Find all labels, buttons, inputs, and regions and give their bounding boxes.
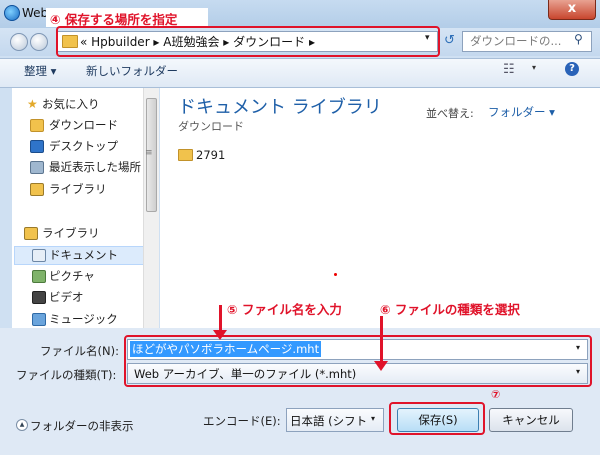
sidebar-item-library-fav[interactable]: ライブラリ: [49, 181, 107, 197]
pictures-icon: [32, 270, 46, 283]
annotation-box-save: [389, 402, 485, 435]
organize-button[interactable]: 整理 ▾: [24, 63, 56, 79]
filename-label: ファイル名(N):: [40, 344, 119, 358]
view-options-icon[interactable]: ☷: [503, 62, 515, 77]
hide-folders-link[interactable]: フォルダーの非表示: [30, 418, 134, 434]
annotation-arrow-5: [219, 305, 222, 331]
annotation-step7: ⑦: [491, 388, 501, 401]
library-icon: [30, 183, 44, 196]
cursor-dot: [334, 273, 337, 276]
view-dropdown-icon[interactable]: ▾: [532, 63, 536, 72]
back-button[interactable]: [10, 33, 28, 51]
scroll-grip-icon: ≡: [145, 148, 153, 158]
sidebar-item-libraries[interactable]: ライブラリ: [42, 225, 100, 241]
sidebar-item-favorites[interactable]: お気に入り: [42, 96, 100, 112]
encoding-value[interactable]: 日本語 (シフト: [290, 413, 367, 429]
collapse-icon[interactable]: ▲: [16, 419, 28, 431]
filetype-label: ファイルの種類(T):: [16, 368, 117, 382]
star-icon: ★: [27, 97, 38, 111]
annotation-step6: ⑥ ファイルの種類を選択: [380, 302, 520, 317]
encoding-label: エンコード(E):: [203, 414, 281, 428]
window-title: Web: [22, 6, 49, 20]
library-subtitle: ダウンロード: [178, 120, 244, 133]
annotation-step5: ⑤ ファイル名を入力: [227, 302, 342, 317]
sidebar-item-recent-places[interactable]: 最近表示した場所: [49, 159, 141, 175]
recent-places-icon: [30, 161, 44, 174]
sort-dropdown[interactable]: フォルダー ▾: [488, 104, 555, 120]
refresh-icon[interactable]: ↺: [441, 31, 458, 50]
sidebar-item-desktop[interactable]: デスクトップ: [49, 138, 118, 154]
annotation-box-address: [56, 26, 440, 57]
forward-button[interactable]: [30, 33, 48, 51]
download-folder-icon: [30, 119, 44, 132]
libraries-icon: [24, 227, 38, 240]
music-icon: [32, 313, 46, 326]
sidebar-item-downloads[interactable]: ダウンロード: [49, 117, 118, 133]
list-item[interactable]: 2791: [196, 148, 225, 162]
search-icon[interactable]: ⚲: [574, 32, 583, 46]
ie-icon: [4, 5, 20, 21]
video-icon: [32, 291, 46, 304]
help-icon[interactable]: ?: [565, 62, 579, 76]
search-placeholder: ダウンロードの...: [470, 34, 562, 48]
sidebar-item-videos[interactable]: ビデオ: [49, 289, 84, 305]
cancel-button[interactable]: キャンセル: [489, 408, 573, 432]
folder-icon: [178, 149, 193, 161]
new-folder-button[interactable]: 新しいフォルダー: [86, 63, 178, 79]
sidebar-item-music[interactable]: ミュージック: [49, 311, 118, 327]
desktop-icon: [30, 140, 44, 153]
encoding-dropdown-icon[interactable]: ▾: [371, 414, 375, 423]
annotation-box-file-fields: [124, 335, 592, 387]
close-button[interactable]: x: [548, 0, 596, 20]
document-icon: [32, 249, 46, 262]
library-title: ドキュメント ライブラリ: [178, 97, 382, 118]
sidebar-item-pictures[interactable]: ピクチャ: [49, 268, 95, 284]
sidebar-item-documents[interactable]: ドキュメント: [49, 247, 118, 263]
sort-label: 並べ替え:: [426, 107, 474, 120]
